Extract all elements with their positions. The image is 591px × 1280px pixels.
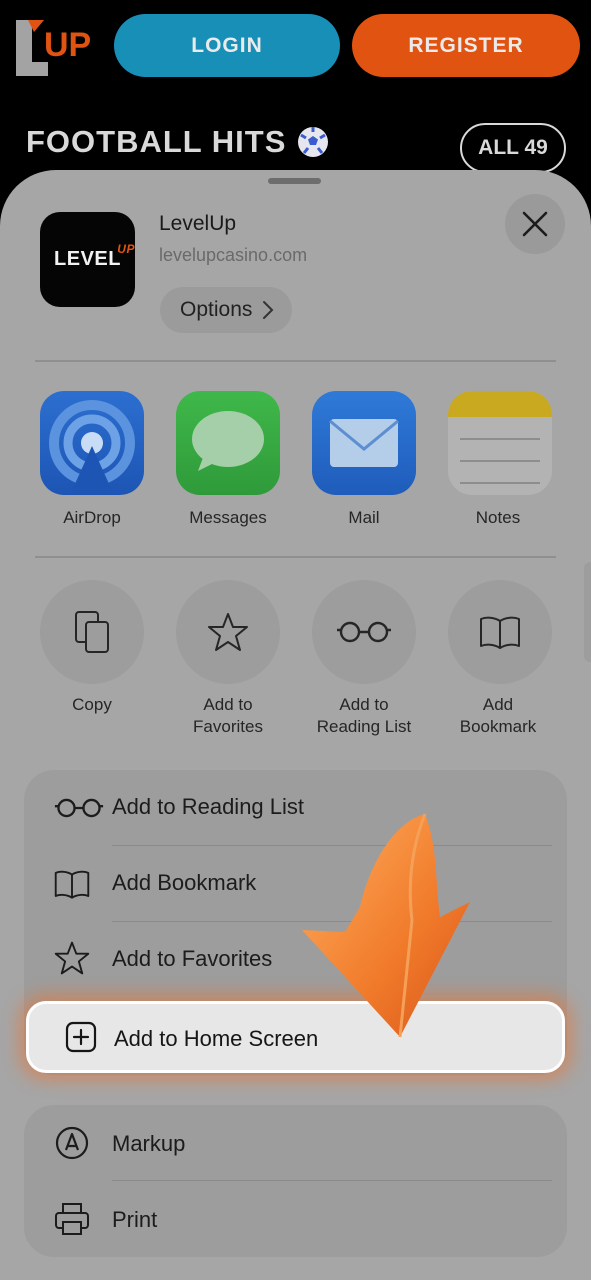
markup-icon	[54, 1125, 90, 1161]
glasses-icon	[337, 621, 391, 643]
star-icon	[54, 940, 90, 976]
site-header: UP LOGIN REGISTER FOOTBALL HITS ALL 49	[0, 0, 591, 175]
notes-tile[interactable]	[448, 391, 552, 495]
action-label-add-to-favorites: Add to Favorites	[193, 695, 263, 736]
app-label-messages: Messages	[189, 508, 267, 527]
list-item-add-to-reading-list[interactable]: Add to Reading List	[24, 770, 567, 846]
levelup-logo[interactable]: UP	[14, 18, 94, 76]
copy-action[interactable]	[40, 580, 144, 684]
chevron-right-icon	[263, 301, 274, 319]
book-icon	[480, 616, 520, 649]
mail-icon	[329, 419, 399, 467]
app-name: LevelUp	[159, 212, 237, 235]
list-item-add-to-favorites[interactable]: Add to Favorites	[24, 922, 567, 998]
printer-icon	[54, 1201, 90, 1237]
close-button[interactable]	[505, 194, 565, 254]
copy-icon	[75, 611, 109, 653]
login-button[interactable]: LOGIN	[114, 14, 340, 77]
star-icon	[208, 613, 248, 651]
glasses-icon	[54, 790, 104, 826]
notes-icon	[448, 391, 552, 484]
action-label-add-to-reading-list: Add to Reading List	[316, 695, 412, 736]
list-item-add-to-home-screen[interactable]: Add to Home Screen	[26, 1001, 565, 1073]
options-label: Options	[180, 298, 253, 321]
list-label: Add Bookmark	[112, 870, 257, 895]
app-label-notes: Notes	[475, 508, 521, 527]
app-icon: LEVEL UP	[40, 212, 135, 307]
app-label-mail: Mail	[348, 508, 380, 527]
add-bookmark-action[interactable]	[448, 580, 552, 684]
sheet-grabber[interactable]	[268, 178, 321, 184]
divider	[35, 556, 556, 558]
divider	[35, 360, 556, 362]
action-label-copy: Copy	[72, 695, 112, 714]
all-games-button[interactable]: ALL 49	[460, 123, 566, 173]
list-item-print[interactable]: Print	[24, 1181, 567, 1257]
share-sheet: LEVEL UP LevelUp levelupcasino.com Option…	[0, 170, 591, 1280]
next-app-tile-edge[interactable]	[584, 562, 591, 662]
app-url: levelupcasino.com	[159, 245, 308, 265]
list-label: Markup	[112, 1131, 186, 1156]
book-icon	[54, 866, 90, 902]
messages-tile[interactable]	[176, 391, 280, 495]
list-label: Add to Home Screen	[114, 1026, 319, 1051]
logo-text: UP	[44, 26, 91, 64]
add-to-favorites-action[interactable]	[176, 580, 280, 684]
airdrop-icon	[49, 400, 135, 495]
app-label-airdrop: AirDrop	[63, 508, 121, 527]
plus-square-icon	[63, 1019, 99, 1055]
action-label-add-bookmark: Add Bookmark	[459, 695, 537, 736]
messages-icon	[192, 411, 264, 471]
add-to-reading-list-action[interactable]	[312, 580, 416, 684]
mail-tile[interactable]	[312, 391, 416, 495]
list-item-markup[interactable]: Markup	[24, 1105, 567, 1181]
list-label: Print	[112, 1207, 158, 1232]
close-icon	[522, 211, 548, 237]
section-title: FOOTBALL HITS	[26, 124, 287, 159]
register-button[interactable]: REGISTER	[352, 14, 580, 77]
list-label: Add to Reading List	[112, 794, 305, 819]
app-icon-text: LEVEL UP	[54, 242, 135, 270]
action-list-group: Markup Print	[24, 1105, 567, 1257]
soccer-ball-icon	[298, 127, 328, 157]
arrow-pointer-icon	[302, 813, 470, 1038]
options-button[interactable]: Options	[160, 287, 292, 333]
list-label: Add to Favorites	[112, 946, 273, 971]
airdrop-tile[interactable]	[40, 391, 144, 495]
list-item-add-bookmark[interactable]: Add Bookmark	[24, 846, 567, 922]
